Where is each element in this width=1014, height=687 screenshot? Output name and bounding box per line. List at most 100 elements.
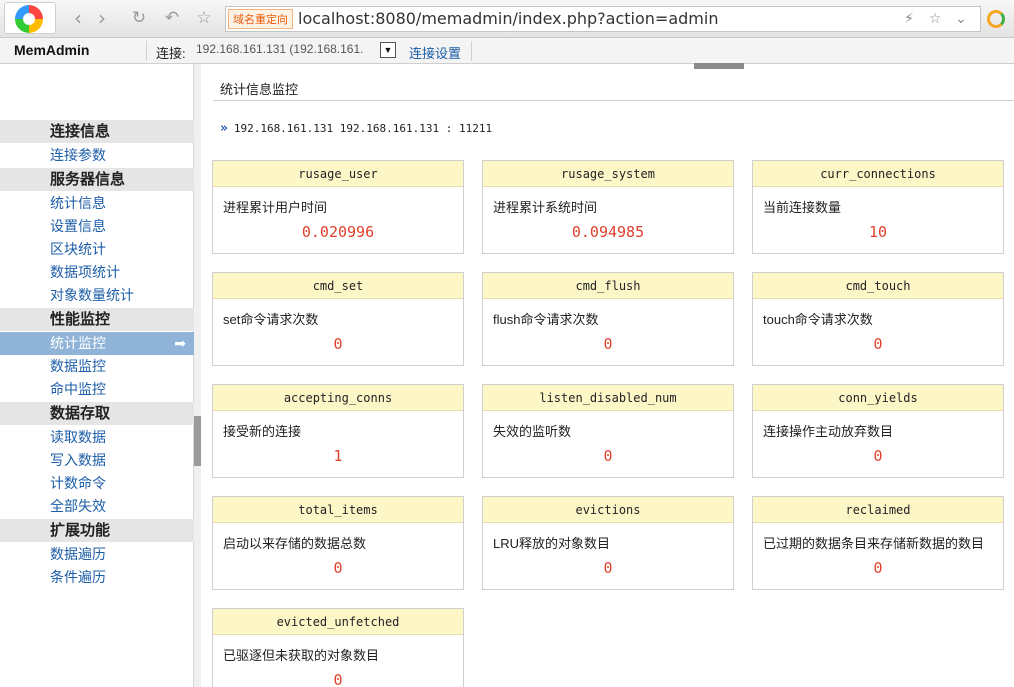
stat-card: rusage_system 进程累计系统时间 0.094985 — [482, 160, 734, 254]
arrow-right-icon: ➡ — [174, 335, 186, 351]
sidebar-item-connection-params[interactable]: 连接参数 — [0, 144, 194, 167]
stat-value: 0 — [333, 559, 343, 577]
lightning-icon[interactable]: ⚡ — [896, 9, 922, 29]
stat-description: 当前连接数量 — [763, 200, 842, 215]
chevron-down-icon[interactable]: ▼ — [380, 42, 396, 58]
stat-value: 0 — [333, 335, 343, 353]
connection-label: 连接: — [156, 46, 186, 61]
stat-value: 10 — [868, 223, 888, 241]
sidebar-item-read-data[interactable]: 读取数据 — [0, 426, 194, 449]
forward-icon[interactable]: › — [90, 6, 114, 30]
stat-description: 启动以来存储的数据总数 — [223, 536, 367, 551]
stat-key: accepting_conns — [213, 385, 463, 411]
sidebar-item-settings[interactable]: 设置信息 — [0, 215, 194, 238]
sidebar-item-hit-monitor[interactable]: 命中监控 — [0, 378, 194, 401]
stat-key: reclaimed — [753, 497, 1003, 523]
sidebar-scrollbar[interactable] — [194, 64, 201, 687]
menu-group-data-access: 数据存取 — [0, 402, 194, 425]
stat-description: flush命令请求次数 — [493, 312, 599, 327]
app-topbar: MemAdmin 连接: 192.168.161.131 (192.168.16… — [0, 38, 1014, 64]
divider — [471, 41, 472, 61]
stat-card: rusage_user 进程累计用户时间 0.020996 — [212, 160, 464, 254]
sidebar-item-data-monitor[interactable]: 数据监控 — [0, 355, 194, 378]
sidebar-item-conditional-traverse[interactable]: 条件遍历 — [0, 566, 194, 589]
stat-key: evictions — [483, 497, 733, 523]
stat-key: rusage_system — [483, 161, 733, 187]
menu-group-performance: 性能监控 — [0, 308, 194, 331]
star-icon[interactable]: ☆ — [192, 6, 216, 30]
stat-description: 进程累计系统时间 — [493, 200, 598, 215]
stat-description: 已过期的数据条目来存储新数据的数目 — [763, 536, 985, 551]
stat-description: 连接操作主动放弃数目 — [763, 424, 894, 439]
server-address: 192.168.161.131 192.168.161.131 : 11211 — [233, 122, 493, 135]
divider — [213, 100, 1014, 101]
stat-description: LRU释放的对象数目 — [493, 536, 611, 551]
stat-value: 0 — [873, 447, 883, 465]
connection-select-value[interactable]: 192.168.161.131 (192.168.161. — [196, 42, 378, 56]
stat-card: cmd_flush flush命令请求次数 0 — [482, 272, 734, 366]
sidebar-item-data-traverse[interactable]: 数据遍历 — [0, 543, 194, 566]
menu-group-connection: 连接信息 — [0, 120, 194, 143]
stat-value: 0 — [873, 335, 883, 353]
reload-icon[interactable]: ↻ — [127, 6, 151, 30]
undo-icon[interactable]: ↶ — [160, 6, 184, 30]
stat-description: 进程累计用户时间 — [223, 200, 328, 215]
browser-toolbar: ‹ › ↻ ↶ ☆ 域名重定向 localhost:8080/memadmin/… — [0, 0, 1014, 38]
stat-value: 0 — [603, 559, 613, 577]
menu-group-server: 服务器信息 — [0, 168, 194, 191]
stat-key: evicted_unfetched — [213, 609, 463, 635]
stat-key: curr_connections — [753, 161, 1003, 187]
stat-card: evicted_unfetched 已驱逐但未获取的对象数目 0 — [212, 608, 464, 687]
divider — [146, 41, 147, 61]
stat-card: cmd_touch touch命令请求次数 0 — [752, 272, 1004, 366]
sidebar-item-flush-all[interactable]: 全部失效 — [0, 495, 194, 518]
connection-select[interactable]: 192.168.161.131 (192.168.161. ▼ — [196, 41, 399, 60]
sidebar-item-item-stats[interactable]: 数据项统计 — [0, 261, 194, 284]
stat-key: listen_disabled_num — [483, 385, 733, 411]
stat-description: 失效的监听数 — [493, 424, 572, 439]
stat-description: touch命令请求次数 — [763, 312, 873, 327]
stat-value: 0 — [873, 559, 883, 577]
extension-icon[interactable] — [987, 10, 1005, 28]
app-logo-icon[interactable] — [4, 2, 56, 34]
sidebar-item-write-data[interactable]: 写入数据 — [0, 449, 194, 472]
stat-value: 1 — [333, 447, 343, 465]
stat-description: 接受新的连接 — [223, 424, 302, 439]
menu-group-extensions: 扩展功能 — [0, 519, 194, 542]
address-bar[interactable]: 域名重定向 localhost:8080/memadmin/index.php?… — [225, 6, 981, 32]
stat-card: accepting_conns 接受新的连接 1 — [212, 384, 464, 478]
sidebar-item-counter-cmd[interactable]: 计数命令 — [0, 472, 194, 495]
stat-card: listen_disabled_num 失效的监听数 0 — [482, 384, 734, 478]
main-content: 统计信息监控 » 192.168.161.131 192.168.161.131 … — [201, 64, 1014, 687]
sidebar-item-stats[interactable]: 统计信息 — [0, 192, 194, 215]
stat-card: curr_connections 当前连接数量 10 — [752, 160, 1004, 254]
stat-key: cmd_set — [213, 273, 463, 299]
stat-value: 0 — [603, 447, 613, 465]
dropdown-icon[interactable]: ⌄ — [948, 9, 974, 29]
bookmark-star-icon[interactable]: ☆ — [922, 9, 948, 29]
connection-settings-link[interactable]: 连接设置 — [409, 43, 461, 62]
page-title: 统计信息监控 — [220, 82, 299, 97]
sidebar-scrollbar-thumb[interactable] — [194, 416, 201, 466]
sidebar-item-label: 统计监控 — [50, 335, 106, 351]
stat-description: 已驱逐但未获取的对象数目 — [223, 648, 380, 663]
stat-card: evictions LRU释放的对象数目 0 — [482, 496, 734, 590]
redirect-badge[interactable]: 域名重定向 — [228, 9, 293, 29]
stat-description: set命令请求次数 — [223, 312, 319, 327]
stat-value: 0.094985 — [571, 223, 645, 241]
stat-key: cmd_flush — [483, 273, 733, 299]
stat-value: 0 — [333, 671, 343, 687]
stat-card: cmd_set set命令请求次数 0 — [212, 272, 464, 366]
stat-value: 0.020996 — [301, 223, 375, 241]
sidebar-item-stats-monitor[interactable]: 统计监控 ➡ — [0, 332, 194, 355]
stat-card: reclaimed 已过期的数据条目来存储新数据的数目 0 — [752, 496, 1004, 590]
back-icon[interactable]: ‹ — [66, 6, 90, 30]
sidebar-item-object-count[interactable]: 对象数量统计 — [0, 284, 194, 307]
sidebar-item-slab-stats[interactable]: 区块统计 — [0, 238, 194, 261]
stat-key: cmd_touch — [753, 273, 1003, 299]
server-info: » 192.168.161.131 192.168.161.131 : 11211 — [220, 121, 492, 136]
app-title: MemAdmin — [14, 42, 90, 58]
stat-value: 0 — [603, 335, 613, 353]
stat-key: rusage_user — [213, 161, 463, 187]
url-text[interactable]: localhost:8080/memadmin/index.php?action… — [298, 9, 718, 29]
